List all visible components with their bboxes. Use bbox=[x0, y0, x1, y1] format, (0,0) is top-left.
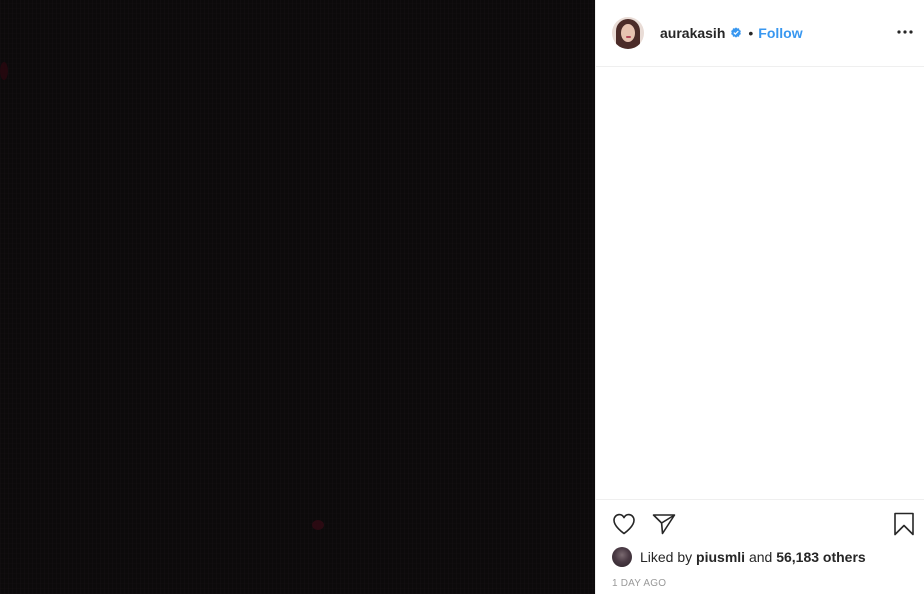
liked-prefix: Liked by bbox=[640, 549, 693, 565]
post-timestamp[interactable]: 1 DAY AGO bbox=[612, 578, 666, 589]
liked-and: and bbox=[748, 549, 773, 565]
heart-icon[interactable] bbox=[612, 512, 636, 536]
bookmark-icon[interactable] bbox=[892, 512, 916, 536]
avatar[interactable] bbox=[612, 17, 644, 49]
image-speck bbox=[312, 520, 324, 530]
post-footer: Liked by piusmli and 56,183 others 1 DAY… bbox=[596, 499, 924, 594]
liked-user-link[interactable]: piusmli bbox=[696, 549, 745, 565]
post-side-panel: aurakasih • Follow Liked by piusmli and … bbox=[595, 0, 924, 594]
image-speck bbox=[0, 62, 8, 80]
likes-summary: Liked by piusmli and 56,183 others bbox=[612, 547, 866, 567]
paper-plane-icon[interactable] bbox=[652, 512, 676, 536]
post-dialog: aurakasih • Follow Liked by piusmli and … bbox=[0, 0, 924, 594]
more-options-icon[interactable] bbox=[897, 24, 913, 40]
avatar[interactable] bbox=[612, 547, 632, 567]
username-link[interactable]: aurakasih bbox=[660, 25, 725, 41]
separator-dot: • bbox=[748, 25, 754, 41]
likes-count-link[interactable]: 56,183 others bbox=[776, 549, 866, 565]
post-image[interactable] bbox=[0, 0, 595, 594]
action-bar bbox=[612, 512, 916, 536]
follow-button[interactable]: Follow bbox=[758, 25, 802, 41]
verified-badge-icon bbox=[730, 27, 742, 39]
comments-area bbox=[596, 67, 924, 499]
post-header: aurakasih • Follow bbox=[596, 0, 924, 67]
